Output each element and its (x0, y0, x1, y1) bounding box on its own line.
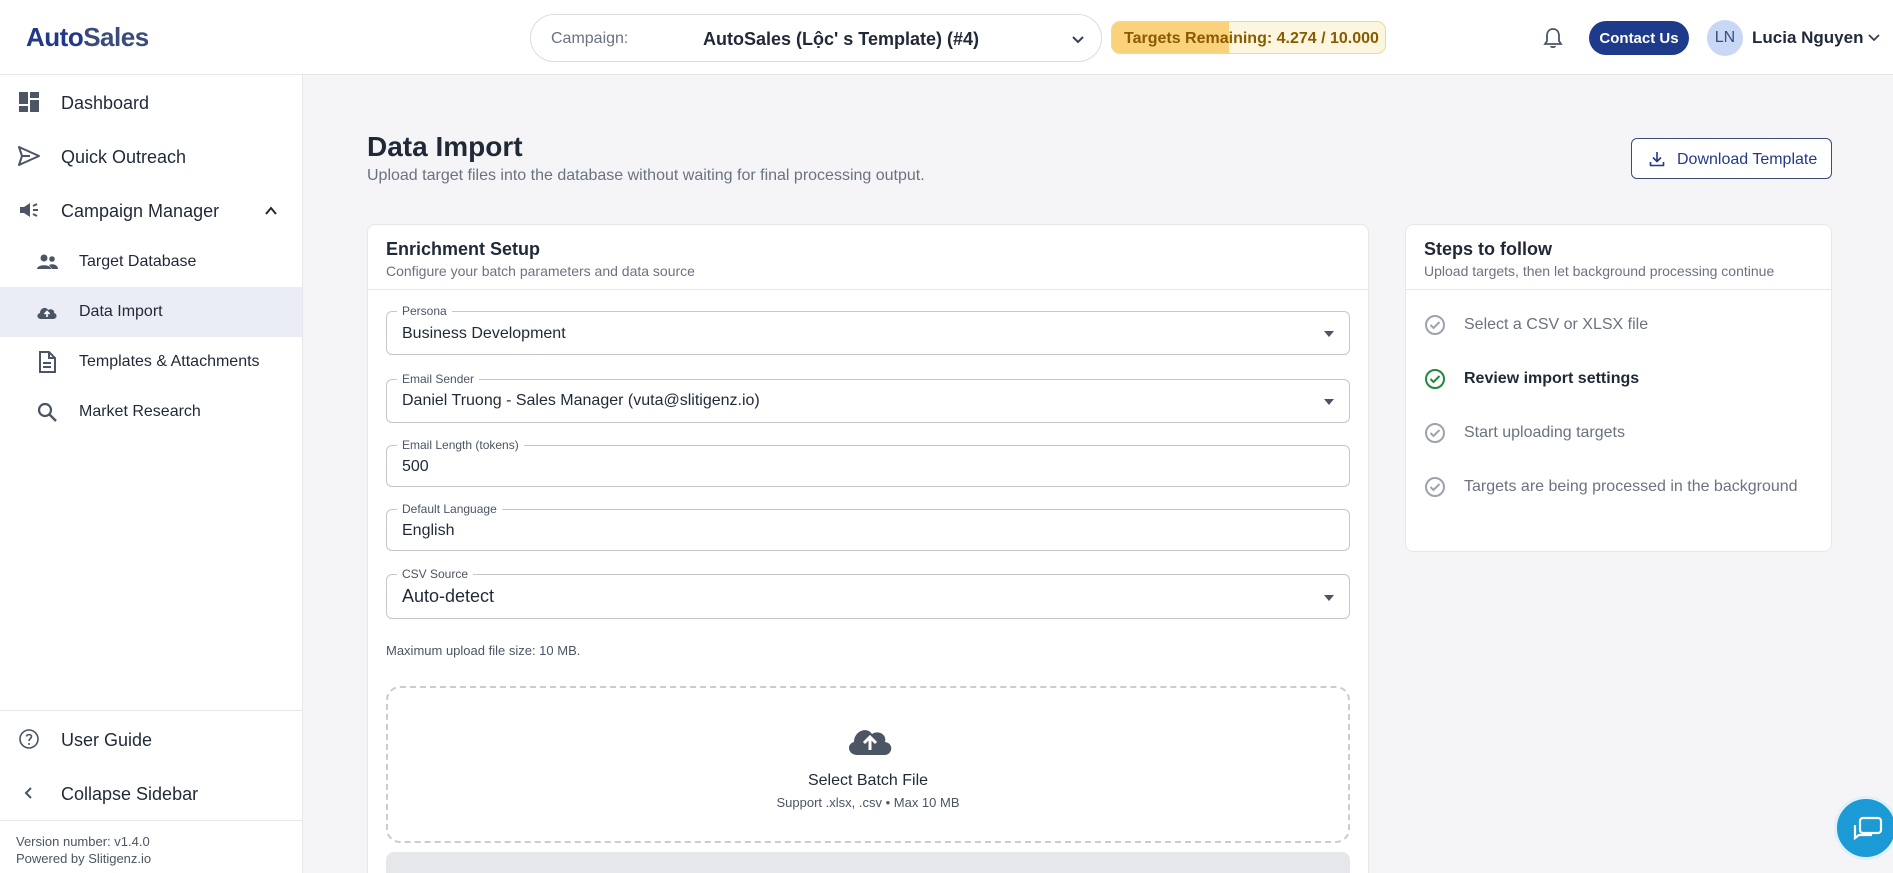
campaign-selector[interactable]: Campaign: AutoSales (Lộc' s Template) (#… (530, 14, 1102, 62)
csv-source-label: CSV Source (397, 567, 474, 581)
sidebar-item-campaign-manager[interactable]: Campaign Manager (0, 185, 302, 235)
cloud-upload-icon (848, 730, 892, 755)
check-circle-icon (1425, 477, 1445, 497)
enrichment-setup-subtitle: Configure your batch parameters and data… (386, 263, 695, 279)
drop-zone-subtitle: Support .xlsx, .csv • Max 10 MB (776, 795, 960, 810)
default-language-input[interactable]: Default Language English (386, 502, 1350, 551)
chevron-left-icon (24, 787, 32, 799)
version-number: Version number: v1.4.0 (16, 834, 150, 849)
email-length-input[interactable]: Email Length (tokens) 500 (386, 438, 1350, 487)
download-icon (1649, 152, 1665, 167)
page-subtitle: Upload target files into the database wi… (367, 167, 925, 184)
enrichment-setup-card: Enrichment Setup Configure your batch pa… (367, 224, 1369, 873)
powered-by: Powered by Slitigenz.io (16, 851, 152, 866)
step-item: Targets are being processed in the backg… (1424, 473, 1814, 503)
sidebar: Dashboard Quick Outreach Campaign Manage… (0, 75, 303, 873)
page-title: Data Import (367, 131, 523, 162)
email-sender-value: Daniel Truong - Sales Manager (vuta@slit… (402, 392, 760, 409)
drop-zone-title: Select Batch File (807, 772, 929, 789)
sidebar-item-target-database[interactable]: Target Database (0, 237, 302, 287)
check-circle-icon (1425, 369, 1445, 389)
check-circle-icon (1425, 423, 1445, 443)
send-icon (18, 146, 40, 166)
collapse-sidebar-button[interactable]: Collapse Sidebar (0, 768, 302, 818)
steps-card: Steps to follow Upload targets, then let… (1405, 224, 1832, 552)
sidebar-item-data-import[interactable]: Data Import (0, 287, 302, 337)
sidebar-item-market-research[interactable]: Market Research (0, 387, 302, 437)
dropdown-arrow-icon (1324, 595, 1334, 601)
email-sender-label: Email Sender (397, 372, 480, 386)
avatar[interactable]: LN (1707, 20, 1743, 56)
enrichment-setup-title: Enrichment Setup (386, 239, 541, 259)
persona-value: Business Development (402, 325, 566, 342)
chevron-down-icon (1072, 36, 1084, 44)
campaign-label: Campaign: (551, 30, 629, 47)
cloud-upload-icon (37, 307, 57, 319)
csv-source-value: Auto-detect (402, 586, 495, 606)
document-icon (39, 351, 56, 373)
check-circle-icon (1425, 315, 1445, 335)
steps-title: Steps to follow (1424, 239, 1552, 259)
targets-remaining-badge: Targets Remaining: 4.274 / 10.000 (1111, 21, 1386, 54)
csv-source-select[interactable]: CSV Source Auto-detect (386, 567, 1350, 619)
bell-icon[interactable] (1541, 26, 1565, 50)
contact-us-button[interactable]: Contact Us (1589, 21, 1689, 55)
default-language-label: Default Language (397, 502, 502, 516)
top-header: AutoSales Campaign: AutoSales (Lộc' s Te… (0, 0, 1893, 75)
dashboard-icon (19, 92, 39, 112)
steps-header: Steps to follow Upload targets, then let… (1406, 225, 1831, 290)
sidebar-bottom-section: User Guide Collapse Sidebar (0, 710, 302, 804)
dropdown-arrow-icon (1324, 331, 1334, 337)
people-icon (37, 254, 58, 269)
app-logo[interactable]: AutoSales (26, 22, 149, 53)
step-item: Start uploading targets (1424, 419, 1814, 449)
sidebar-item-templates-attachments[interactable]: Templates & Attachments (0, 337, 302, 387)
user-name[interactable]: Lucia Nguyen (1752, 28, 1863, 48)
email-sender-select[interactable]: Email Sender Daniel Truong - Sales Manag… (386, 372, 1350, 423)
campaign-value: AutoSales (Lộc' s Template) (#4) (703, 29, 980, 49)
max-upload-size-note: Maximum upload file size: 10 MB. (386, 643, 581, 658)
email-length-label: Email Length (tokens) (397, 438, 524, 452)
enrichment-setup-header: Enrichment Setup Configure your batch pa… (368, 225, 1368, 290)
targets-remaining-text: Targets Remaining: 4.274 / 10.000 (1124, 30, 1379, 47)
chat-support-button[interactable] (1834, 796, 1893, 860)
persona-label: Persona (397, 304, 452, 318)
sidebar-footer: Version number: v1.4.0 Powered by Slitig… (0, 820, 302, 873)
step-item: Select a CSV or XLSX file (1424, 311, 1814, 341)
dropdown-arrow-icon (1324, 399, 1334, 405)
step-item-active: Review import settings (1424, 365, 1814, 395)
steps-subtitle: Upload targets, then let background proc… (1424, 263, 1775, 279)
sidebar-item-dashboard[interactable]: Dashboard (0, 77, 302, 127)
file-drop-zone[interactable]: Select Batch File Support .xlsx, .csv • … (386, 686, 1350, 843)
chevron-up-icon[interactable] (264, 204, 278, 218)
start-import-button[interactable] (386, 852, 1350, 873)
megaphone-icon (20, 203, 38, 217)
download-template-button[interactable]: Download Template (1631, 138, 1832, 179)
default-language-value: English (402, 522, 455, 539)
email-length-value: 500 (402, 458, 429, 475)
search-icon (37, 402, 57, 422)
sidebar-item-quick-outreach[interactable]: Quick Outreach (0, 131, 302, 181)
user-menu-chevron-icon[interactable] (1867, 30, 1881, 44)
help-circle-icon (19, 729, 39, 749)
chat-icon (1853, 816, 1883, 841)
user-guide-button[interactable]: User Guide (0, 714, 302, 764)
persona-select[interactable]: Persona Business Development (386, 304, 1350, 355)
